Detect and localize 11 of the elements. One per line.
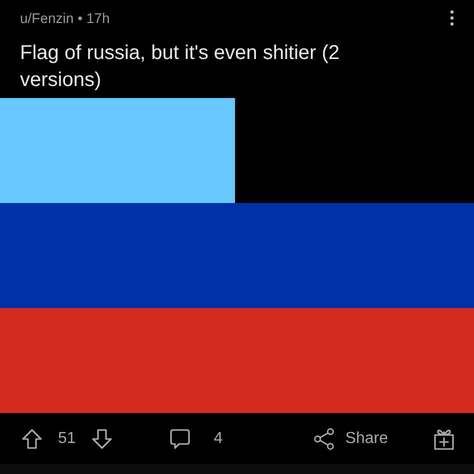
speech-bubble-icon — [168, 426, 192, 450]
post-title: Flag of russia, but it's even shitier (2 versions) — [20, 41, 341, 93]
more-options-button[interactable] — [450, 10, 454, 26]
comments-button[interactable]: 4 — [168, 426, 223, 450]
upvote-button[interactable] — [20, 426, 44, 450]
vote-count: 51 — [58, 430, 76, 448]
share-icon — [313, 428, 336, 450]
share-button[interactable]: Share — [313, 428, 388, 450]
award-button[interactable] — [432, 426, 456, 450]
downvote-button[interactable] — [90, 426, 114, 450]
post-meta: u/Fenzin • 17h — [20, 10, 110, 26]
